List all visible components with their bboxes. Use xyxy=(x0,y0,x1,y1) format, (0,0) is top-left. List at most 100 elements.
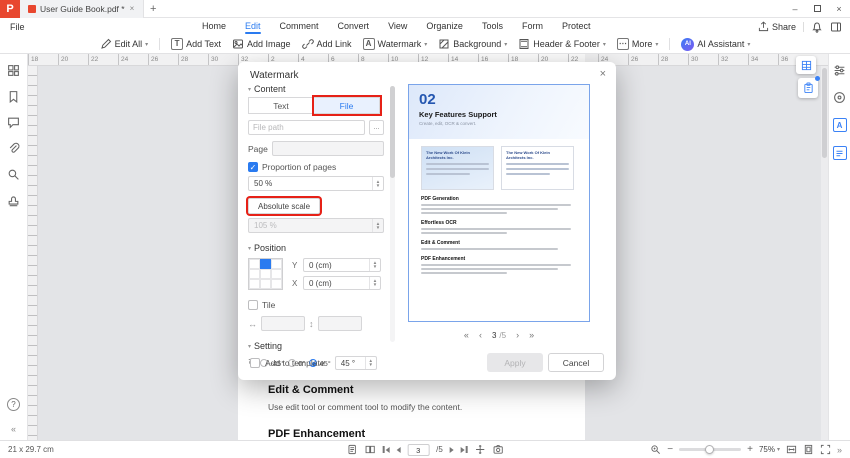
position-section-header[interactable]: ▾ Position xyxy=(248,243,384,253)
dialog-close-icon[interactable]: × xyxy=(600,68,606,80)
x-offset-spinner[interactable]: 0 (cm) ▲ ▼ xyxy=(303,276,381,290)
proportion-select[interactable]: 50 % ▲ ▼ xyxy=(248,176,384,191)
position-grid[interactable] xyxy=(248,258,283,290)
close-button[interactable]: × xyxy=(828,0,850,17)
bookmarks-panel-icon[interactable] xyxy=(7,90,20,103)
thumbnails-panel-icon[interactable] xyxy=(7,64,20,77)
scrollbar-thumb[interactable] xyxy=(390,86,395,178)
add-image-button[interactable]: Add Image xyxy=(232,38,291,50)
y-offset-spinner[interactable]: 0 (cm) ▲ ▼ xyxy=(303,258,381,272)
apply-button[interactable]: Apply xyxy=(487,353,543,372)
tab-organize[interactable]: Organize xyxy=(418,20,471,34)
checklist-panel-icon[interactable] xyxy=(832,146,847,160)
add-to-template-checkbox[interactable] xyxy=(250,357,260,368)
file-menu[interactable]: File xyxy=(0,22,35,32)
fullscreen-icon[interactable] xyxy=(820,444,831,455)
assistant-panel-icon[interactable] xyxy=(833,91,846,104)
tab-edit[interactable]: Edit xyxy=(237,20,269,34)
dialog-scrollbar[interactable] xyxy=(390,86,395,342)
pager-last-button[interactable]: » xyxy=(529,330,534,340)
ai-assistant-button[interactable]: AI AI Assistant ▾ xyxy=(681,37,750,51)
zoom-slider-thumb[interactable] xyxy=(705,444,715,454)
scrollbar-thumb[interactable] xyxy=(822,68,827,158)
spinner-arrows-icon[interactable]: ▲ ▼ xyxy=(369,259,380,271)
tab-convert[interactable]: Convert xyxy=(330,20,378,34)
position-cell[interactable] xyxy=(260,269,271,279)
tab-close-icon[interactable]: × xyxy=(129,4,136,13)
book-view-icon[interactable] xyxy=(365,444,376,455)
help-button[interactable]: ? xyxy=(7,398,20,411)
pager-next-button[interactable]: › xyxy=(516,330,519,340)
background-button[interactable]: Background ▾ xyxy=(438,38,507,50)
tab-tools[interactable]: Tools xyxy=(474,20,511,34)
attachments-panel-icon[interactable] xyxy=(7,142,20,155)
page-view-icon[interactable] xyxy=(347,444,358,455)
document-scrollbar[interactable] xyxy=(821,66,828,440)
edit-all-button[interactable]: Edit All ▾ xyxy=(100,38,148,50)
proportion-checkbox[interactable]: ✓ xyxy=(248,162,258,172)
spinner-arrows-icon[interactable]: ▲ ▼ xyxy=(369,277,380,289)
page-number-input[interactable]: 3 xyxy=(407,443,430,456)
text-tab[interactable]: Text xyxy=(248,97,314,114)
last-page-button[interactable] xyxy=(460,446,468,453)
add-link-button[interactable]: Add Link xyxy=(301,38,352,50)
position-cell[interactable] xyxy=(271,269,282,279)
cancel-button[interactable]: Cancel xyxy=(548,353,604,372)
panel-layout-icon[interactable] xyxy=(830,21,842,33)
tab-view[interactable]: View xyxy=(380,20,415,34)
position-cell[interactable] xyxy=(249,259,260,269)
collapse-right-panel-icon[interactable]: » xyxy=(837,445,842,455)
maximize-button[interactable] xyxy=(806,0,828,17)
field-grid-button[interactable] xyxy=(796,56,816,74)
zoom-out-button[interactable]: − xyxy=(667,444,673,455)
comments-panel-icon[interactable] xyxy=(7,116,20,129)
position-cell[interactable] xyxy=(260,279,271,289)
move-tool-icon[interactable] xyxy=(474,444,485,455)
stamp-panel-icon[interactable] xyxy=(7,194,20,207)
translate-panel-icon[interactable]: A xyxy=(832,118,847,132)
spinner-arrows-icon[interactable]: ▲ ▼ xyxy=(372,177,383,190)
tab-comment[interactable]: Comment xyxy=(272,20,327,34)
browse-file-button[interactable]: ... xyxy=(369,120,384,135)
absolute-scale-button[interactable]: Absolute scale xyxy=(248,198,320,214)
zoom-level-select[interactable]: 75% ▾ xyxy=(759,445,780,454)
tile-checkbox[interactable] xyxy=(248,300,258,310)
prev-page-button[interactable] xyxy=(396,446,401,453)
bell-icon[interactable] xyxy=(811,21,823,33)
minimize-button[interactable]: – xyxy=(784,0,806,17)
add-text-button[interactable]: T Add Text xyxy=(171,38,221,50)
zoom-in-button[interactable]: + xyxy=(747,444,753,455)
content-section-header[interactable]: ▾ Content xyxy=(248,84,384,94)
document-tab[interactable]: User Guide Book.pdf * × xyxy=(20,0,145,18)
fit-width-icon[interactable] xyxy=(786,444,797,455)
position-cell[interactable] xyxy=(249,269,260,279)
right-sidebar: A xyxy=(828,54,850,440)
pager-prev-button[interactable]: ‹ xyxy=(479,330,482,340)
tab-protect[interactable]: Protect xyxy=(554,20,599,34)
zoom-area-icon[interactable] xyxy=(650,444,661,455)
snapshot-icon[interactable] xyxy=(492,444,503,455)
zoom-slider[interactable] xyxy=(679,444,742,454)
share-button[interactable]: Share xyxy=(758,21,796,32)
position-cell[interactable] xyxy=(271,259,282,269)
first-page-button[interactable] xyxy=(382,446,390,453)
pager-first-button[interactable]: « xyxy=(464,330,469,340)
next-page-button[interactable] xyxy=(449,446,454,453)
header-footer-button[interactable]: Header & Footer ▾ xyxy=(518,38,606,50)
collapse-left-panel-icon[interactable]: « xyxy=(11,424,16,434)
search-panel-icon[interactable] xyxy=(7,168,20,181)
more-button[interactable]: ⋯ More ▾ xyxy=(616,38,658,50)
tab-home[interactable]: Home xyxy=(194,20,234,34)
setting-section-header[interactable]: ▾ Setting xyxy=(248,341,384,351)
position-cell[interactable] xyxy=(271,279,282,289)
properties-panel-icon[interactable] xyxy=(833,64,846,77)
watermark-button[interactable]: A Watermark ▾ xyxy=(362,38,427,50)
file-tab[interactable]: File xyxy=(314,97,380,114)
fit-page-icon[interactable] xyxy=(803,444,814,455)
clipboard-float-button[interactable] xyxy=(798,76,820,98)
file-path-input[interactable] xyxy=(248,120,365,135)
tab-form[interactable]: Form xyxy=(514,20,551,34)
position-cell[interactable] xyxy=(249,279,260,289)
new-tab-button[interactable]: + xyxy=(144,3,162,15)
position-cell-selected[interactable] xyxy=(260,259,271,269)
